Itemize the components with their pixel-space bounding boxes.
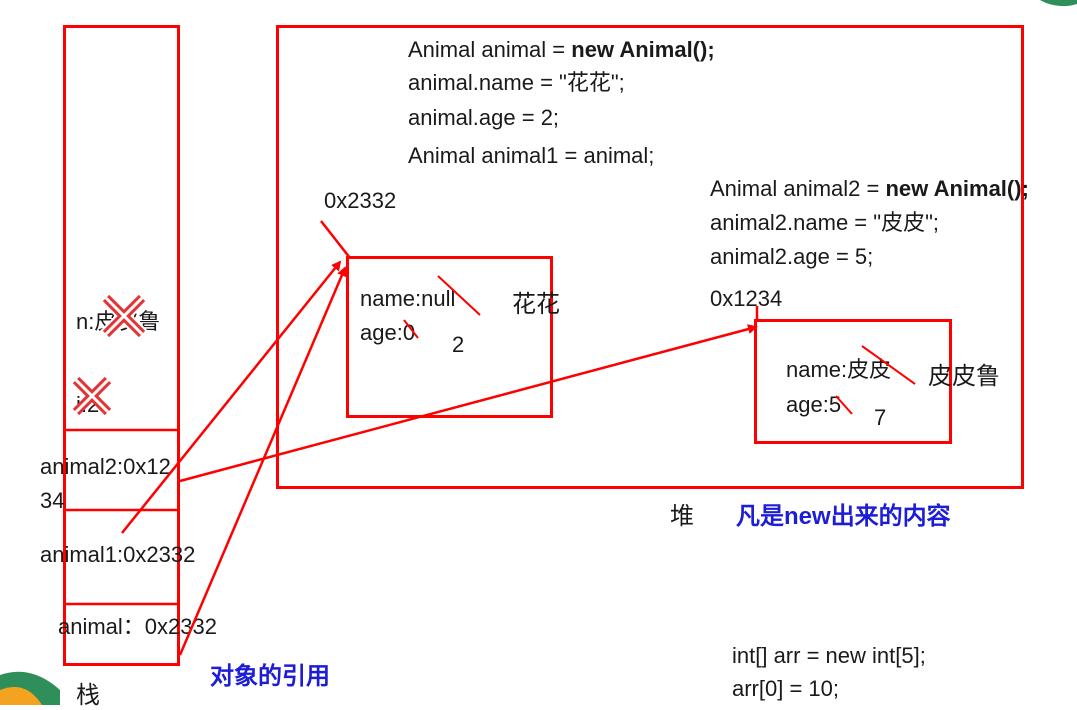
- object-1-address-tick: [320, 220, 351, 259]
- cross-icon: [72, 376, 112, 416]
- strike-object-2-age: [835, 395, 853, 415]
- diagram-overlay: [63, 220, 916, 656]
- strike-object-1-name: [437, 275, 481, 316]
- arrow-animal1-to-object-1: [121, 260, 342, 534]
- arrow-animal2-to-object-2: [179, 324, 758, 483]
- cross-icon: [96, 288, 152, 344]
- strike-object-2-name: [861, 345, 916, 385]
- strike-object-1-age: [403, 319, 419, 339]
- arrow-animal-to-object-1: [178, 266, 347, 656]
